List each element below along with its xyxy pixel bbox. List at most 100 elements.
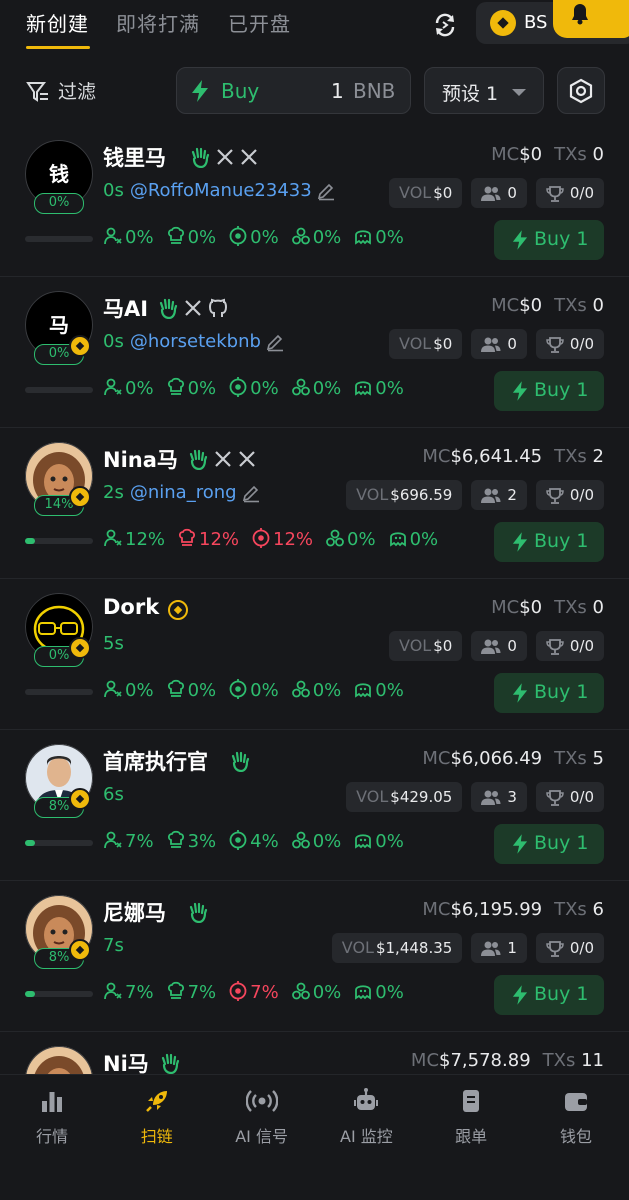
github-icon[interactable] bbox=[207, 298, 233, 317]
stat-value: 0% bbox=[409, 529, 439, 550]
nav-item-robot[interactable]: AI 监控 bbox=[314, 1087, 418, 1147]
buy-button[interactable]: Buy 1 bbox=[494, 220, 604, 260]
token-row[interactable]: 马 0% 马AI MC$0 TXs 0 0s @horsetekbnb VOL $0 0 0/0 0%… bbox=[0, 277, 629, 428]
token-name[interactable]: 钱里马 bbox=[103, 142, 166, 172]
tab-new-created[interactable]: 新创建 bbox=[26, 8, 89, 37]
hand-icon[interactable] bbox=[187, 902, 213, 924]
creator-handle[interactable]: @RoffoManue23433 bbox=[130, 180, 312, 201]
ghost-icon bbox=[353, 831, 375, 852]
stat-chef: 7% bbox=[166, 981, 216, 1003]
x-icon[interactable] bbox=[213, 449, 237, 468]
market-cap-line: MC$0 TXs 0 bbox=[491, 597, 604, 618]
edit-icon[interactable] bbox=[312, 180, 336, 201]
stat-cluster: 0% bbox=[291, 981, 341, 1003]
nav-item-wallet[interactable]: 钱包 bbox=[524, 1087, 628, 1147]
x-icon[interactable] bbox=[239, 147, 263, 166]
creator-handle[interactable]: @horsetekbnb bbox=[130, 331, 261, 352]
token-row[interactable]: 0% Dork MC$0 TXs 0 5s VOL $0 0 0/0 0% 0% 0% 0% 0% Buy … bbox=[0, 579, 629, 730]
txs-value: 6 bbox=[592, 899, 604, 920]
hand-icon[interactable] bbox=[189, 147, 215, 169]
bnb-chain-badge-icon bbox=[69, 335, 91, 357]
coin-icon[interactable] bbox=[167, 600, 193, 620]
buy-button[interactable]: Buy 1 bbox=[494, 975, 604, 1015]
holders-icon bbox=[103, 529, 125, 550]
quick-buy-unit: BNB bbox=[353, 79, 396, 103]
hand-icon[interactable] bbox=[157, 298, 183, 320]
token-row[interactable]: 14% Nina马 MC$6,641.45 TXs 2 2s @nina_rong VOL $… bbox=[0, 428, 629, 579]
creator-handle[interactable]: @nina_rong bbox=[130, 482, 237, 503]
token-name[interactable]: 尼娜马 bbox=[103, 897, 166, 927]
volume-value: $0 bbox=[433, 184, 453, 202]
txs-label: TXs bbox=[554, 295, 587, 316]
active-tab-underline bbox=[26, 46, 90, 49]
token-age: 0s @RoffoManue23433 bbox=[103, 180, 336, 201]
token-row[interactable]: 8% 首席执行官 MC$6,066.49 TXs 5 6s VOL $429.05 3 0/0 7… bbox=[0, 730, 629, 881]
token-age: 6s bbox=[103, 784, 124, 805]
hand-icon[interactable] bbox=[229, 751, 255, 773]
token-metrics: VOL $0 0 0/0 bbox=[380, 178, 604, 208]
token-row[interactable]: 8% 尼娜马 MC$6,195.99 TXs 6 7s VOL $1,448.35 1 0/0 7… bbox=[0, 881, 629, 1032]
bonding-progress-bar bbox=[25, 236, 93, 242]
market-cap-line: MC$6,195.99 TXs 6 bbox=[422, 899, 604, 920]
nav-item-signal[interactable]: AI 信号 bbox=[210, 1087, 314, 1147]
trophy-icon bbox=[546, 939, 570, 957]
token-name[interactable]: 马AI bbox=[103, 293, 148, 323]
vol-label: VOL bbox=[341, 938, 374, 957]
edit-icon[interactable] bbox=[237, 482, 261, 503]
market-cap-line: MC$7,578.89 TXs 11 bbox=[411, 1050, 604, 1071]
holders-value: 0 bbox=[507, 184, 517, 202]
stat-value: 12% bbox=[199, 529, 240, 550]
holders-icon bbox=[103, 982, 125, 1003]
nav-item-bar-chart[interactable]: 行情 bbox=[0, 1087, 104, 1147]
buy-button-label: Buy 1 bbox=[534, 983, 589, 1005]
volume-value: $429.05 bbox=[390, 788, 453, 806]
hand-icon[interactable] bbox=[159, 1053, 185, 1075]
trophy-icon bbox=[546, 184, 570, 202]
social-links bbox=[167, 599, 193, 621]
tab-almost-full[interactable]: 即将打满 bbox=[116, 8, 200, 37]
risk-stats: 0% 0% 0% 0% 0% bbox=[103, 679, 416, 701]
nav-item-rocket[interactable]: 扫链 bbox=[105, 1087, 209, 1147]
stat-chef: 3% bbox=[166, 830, 216, 852]
holders-icon bbox=[103, 680, 125, 701]
token-metrics: VOL $1,448.35 1 0/0 bbox=[323, 933, 604, 963]
filter-icon bbox=[26, 82, 48, 102]
swap-icon[interactable] bbox=[430, 10, 460, 40]
trophy-value: 0/0 bbox=[569, 939, 594, 957]
tab-launched[interactable]: 已开盘 bbox=[228, 8, 291, 37]
quick-buy-amount[interactable]: Buy 1 BNB bbox=[176, 67, 411, 114]
txs-value: 11 bbox=[581, 1050, 604, 1071]
edit-icon[interactable] bbox=[261, 331, 285, 352]
preset-dropdown[interactable]: 预设 1 bbox=[424, 67, 544, 114]
preset-label: 预设 1 bbox=[442, 83, 499, 105]
nav-item-document[interactable]: 跟单 bbox=[419, 1087, 523, 1147]
stat-ghost: 0% bbox=[353, 981, 404, 1003]
settings-button[interactable] bbox=[557, 67, 605, 114]
notification-button[interactable] bbox=[553, 0, 629, 38]
x-icon[interactable] bbox=[215, 147, 239, 166]
buy-button[interactable]: Buy 1 bbox=[494, 824, 604, 864]
buy-button-label: Buy 1 bbox=[534, 379, 589, 401]
x-icon[interactable] bbox=[183, 298, 207, 317]
lightning-icon bbox=[512, 683, 528, 708]
buy-button[interactable]: Buy 1 bbox=[494, 522, 604, 562]
holders-value: 1 bbox=[507, 939, 517, 957]
nav-label: 跟单 bbox=[455, 1127, 488, 1146]
mc-label: MC bbox=[422, 446, 451, 467]
token-name[interactable]: Nina马 bbox=[103, 444, 178, 474]
quick-buy-amount-value[interactable]: 1 bbox=[331, 79, 344, 103]
txs-label: TXs bbox=[554, 597, 587, 618]
stat-value: 0% bbox=[375, 982, 404, 1003]
token-name[interactable]: 首席执行官 bbox=[103, 746, 208, 776]
trophy-chip: 0/0 bbox=[535, 933, 604, 963]
txs-label: TXs bbox=[554, 748, 587, 769]
buy-button[interactable]: Buy 1 bbox=[494, 371, 604, 411]
cluster-icon bbox=[291, 378, 313, 399]
hand-icon[interactable] bbox=[187, 449, 213, 471]
buy-button[interactable]: Buy 1 bbox=[494, 673, 604, 713]
x-icon[interactable] bbox=[237, 449, 261, 468]
trophy-icon bbox=[546, 788, 570, 806]
token-name[interactable]: Dork bbox=[103, 595, 159, 619]
token-row[interactable]: 钱 0% 钱里马 MC$0 TXs 0 0s @RoffoManue23433 VOL $0 0 0… bbox=[0, 126, 629, 277]
nav-label: 行情 bbox=[35, 1127, 68, 1146]
